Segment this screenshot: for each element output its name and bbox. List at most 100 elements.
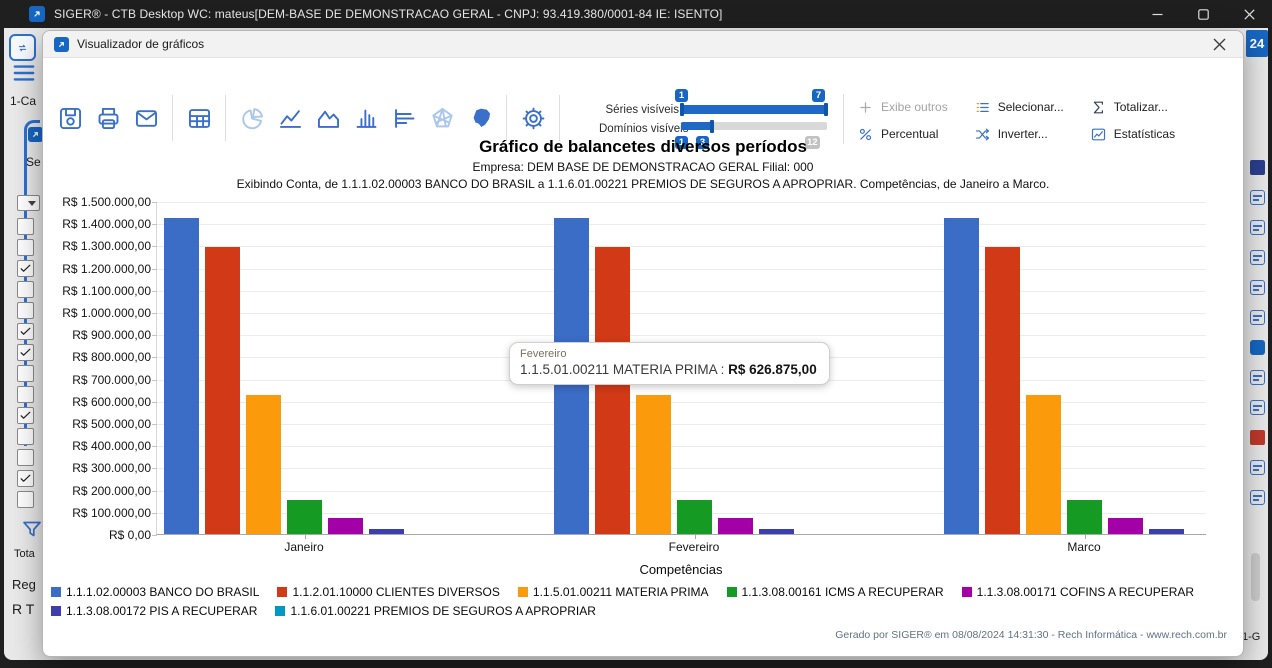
tool-icon[interactable]: [1250, 250, 1265, 265]
maximize-button[interactable]: [1180, 0, 1226, 28]
y-tick-label: R$ 300.000,00: [43, 461, 151, 475]
dialog-close-icon[interactable]: [1203, 33, 1235, 56]
tool-icon[interactable]: [1250, 310, 1265, 325]
bar[interactable]: [759, 529, 794, 534]
pin-icon[interactable]: [1250, 160, 1265, 175]
y-tick-label: R$ 600.000,00: [43, 395, 151, 409]
y-tick: [152, 424, 157, 425]
selecionar-button[interactable]: Selecionar...: [974, 98, 1064, 116]
bg-checkbox[interactable]: [17, 302, 34, 319]
bg-checkbox[interactable]: [17, 386, 34, 403]
totalizar-button[interactable]: Totalizar...: [1090, 98, 1175, 116]
bg-checkbox[interactable]: [17, 449, 34, 466]
bar[interactable]: [369, 529, 404, 534]
y-tick-label: R$ 1.200.000,00: [43, 262, 151, 276]
bg-checkbox[interactable]: [17, 281, 34, 298]
y-tick: [152, 535, 157, 536]
bg-checkbox[interactable]: [17, 365, 34, 382]
series-slider-label: Séries visíveis: [599, 104, 679, 116]
bar[interactable]: [1108, 518, 1143, 534]
y-tick: [152, 269, 157, 270]
bar[interactable]: [1149, 529, 1184, 534]
y-tick-label: R$ 1.400.000,00: [43, 217, 151, 231]
scrollbar-thumb[interactable]: [1251, 553, 1260, 601]
bar-group-janeiro: [164, 218, 446, 534]
y-tick-label: R$ 700.000,00: [43, 373, 151, 387]
legend-item[interactable]: 1.1.3.08.00172 PIS A RECUPERAR: [51, 604, 257, 618]
tooltip-category: Fevereiro: [520, 348, 817, 360]
tool-icon[interactable]: [1250, 280, 1265, 295]
x-tick: [1085, 534, 1086, 539]
bar[interactable]: [985, 247, 1020, 534]
application-window: SIGER® - CTB Desktop WC: mateus[DEM-BASE…: [0, 0, 1272, 668]
legend-item[interactable]: 1.1.3.08.00171 COFINS A RECUPERAR: [962, 585, 1194, 599]
y-tick: [152, 224, 157, 225]
legend-swatch: [518, 587, 528, 597]
bar[interactable]: [328, 518, 363, 534]
legend-swatch: [275, 606, 285, 616]
tool-icon[interactable]: [1250, 370, 1265, 385]
x-tick-label: Fevereiro: [669, 540, 720, 554]
y-tick-label: R$ 1.500.000,00: [43, 195, 151, 209]
bg-checkbox[interactable]: [17, 491, 34, 508]
bar-group-marco: [944, 218, 1226, 534]
series-slider[interactable]: [681, 105, 827, 114]
swap-icon[interactable]: [9, 34, 36, 61]
series-slider-right-handle[interactable]: [824, 103, 828, 116]
calendar-badge[interactable]: 24: [1246, 30, 1268, 57]
exibe-outros-button[interactable]: Exibe outros: [857, 98, 948, 116]
y-tick: [152, 335, 157, 336]
bg-checkbox[interactable]: [17, 344, 34, 361]
bg-checkbox[interactable]: [17, 239, 34, 256]
filter-icon[interactable]: [20, 517, 44, 541]
bar[interactable]: [1026, 395, 1061, 534]
generated-footer: Gerado por SIGER® em 08/08/2024 14:31:30…: [835, 629, 1227, 641]
y-tick: [152, 357, 157, 358]
bg-checkbox[interactable]: [17, 407, 34, 424]
minimize-button[interactable]: [1134, 0, 1180, 28]
legend-item[interactable]: 1.1.2.01.10000 CLIENTES DIVERSOS: [277, 585, 499, 599]
tool-icon[interactable]: [1250, 400, 1265, 415]
bg-checkbox[interactable]: [17, 260, 34, 277]
bg-checkbox[interactable]: [17, 323, 34, 340]
series-slider-left-handle[interactable]: [680, 103, 684, 116]
legend-item[interactable]: 1.1.5.01.00211 MATERIA PRIMA: [518, 585, 709, 599]
brand-icon[interactable]: [1250, 430, 1265, 445]
bar[interactable]: [246, 395, 281, 534]
bg-tab-label[interactable]: 1-Ca: [10, 94, 36, 108]
menu-icon[interactable]: [13, 64, 35, 82]
y-tick: [152, 468, 157, 469]
bg-checkbox[interactable]: [17, 428, 34, 445]
legend-swatch: [51, 587, 61, 597]
tool-icon[interactable]: [1250, 490, 1265, 505]
close-button[interactable]: [1226, 0, 1272, 28]
app-icon: [29, 6, 45, 22]
y-tick: [152, 446, 157, 447]
y-tick: [152, 380, 157, 381]
bg-panel-label: Se: [26, 155, 41, 169]
bar[interactable]: [595, 247, 630, 534]
y-tick-label: R$ 0,00: [43, 528, 151, 542]
bar[interactable]: [287, 500, 322, 534]
legend-item[interactable]: 1.1.1.02.00003 BANCO DO BRASIL: [51, 585, 259, 599]
bg-panel-icon: [28, 127, 43, 142]
series-slider-max-badge: 7: [812, 89, 825, 102]
bar[interactable]: [718, 518, 753, 534]
bar[interactable]: [677, 500, 712, 534]
bar[interactable]: [1067, 500, 1102, 534]
tool-icon[interactable]: [1250, 190, 1265, 205]
bar[interactable]: [944, 218, 979, 534]
bar[interactable]: [636, 395, 671, 534]
legend-item[interactable]: 1.1.6.01.00221 PREMIOS DE SEGUROS A APRO…: [275, 604, 595, 618]
bg-dropdown[interactable]: [17, 195, 40, 211]
tool-icon[interactable]: [1250, 460, 1265, 475]
y-tick-label: R$ 100.000,00: [43, 506, 151, 520]
bar[interactable]: [205, 247, 240, 534]
bar[interactable]: [164, 218, 199, 534]
doc-icon[interactable]: [1250, 220, 1265, 235]
plus-icon: [857, 99, 874, 116]
legend-item[interactable]: 1.1.3.08.00161 ICMS A RECUPERAR: [727, 585, 944, 599]
selected-tool-icon[interactable]: [1250, 340, 1265, 355]
bg-checkbox[interactable]: [17, 470, 34, 487]
bg-checkbox[interactable]: [17, 218, 34, 235]
